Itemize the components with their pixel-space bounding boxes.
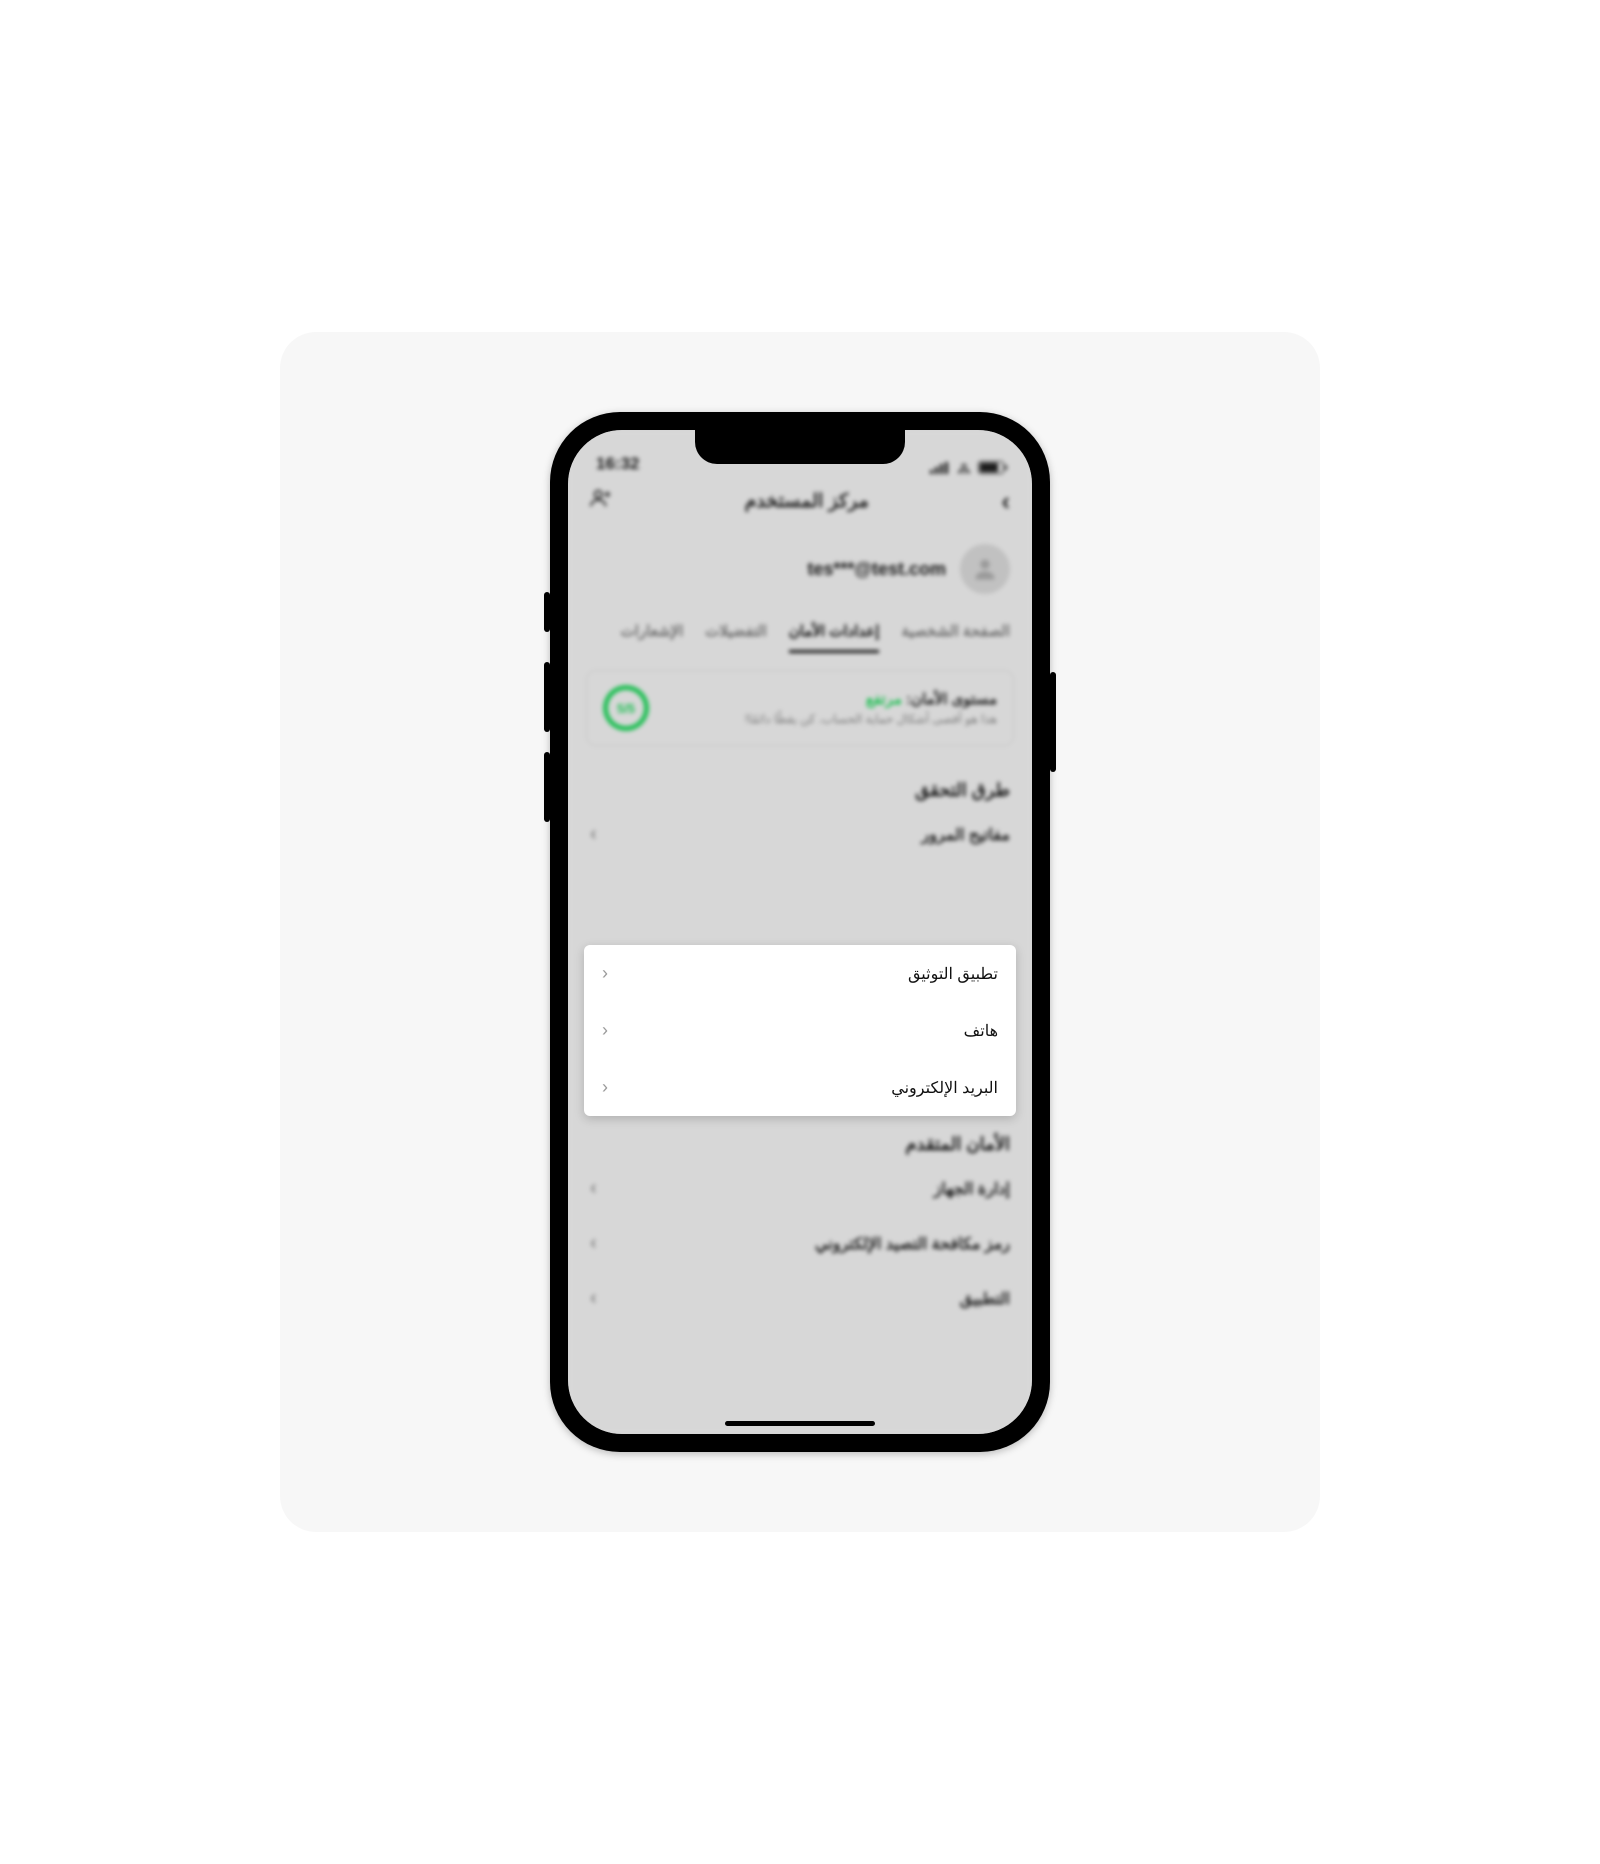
home-indicator[interactable] bbox=[725, 1421, 875, 1426]
user-email: tes***@test.com bbox=[807, 559, 946, 580]
row-email[interactable]: البريد الإلكتروني ‹ bbox=[584, 1059, 1016, 1116]
section-verification-methods: طرق التحقق bbox=[568, 762, 1032, 807]
row-label: البريد الإلكتروني bbox=[891, 1078, 998, 1098]
security-level-subtitle: هذا هو أقصى أشكال حماية الحساب. كن يقظًا… bbox=[745, 712, 997, 726]
status-icons bbox=[930, 461, 1004, 474]
chevron-left-icon: ‹ bbox=[602, 963, 608, 984]
row-phone[interactable]: هاتف ‹ bbox=[584, 1002, 1016, 1059]
security-score-text: 5/5 bbox=[617, 701, 635, 716]
row-device-management[interactable]: إدارة الجهاز ‹ bbox=[568, 1161, 1032, 1216]
nav-bar: › مركز المستخدم bbox=[568, 476, 1032, 526]
row-label: التطبيق bbox=[960, 1289, 1010, 1309]
row-label: هاتف bbox=[964, 1021, 998, 1041]
row-antiphishing-code[interactable]: رمز مكافحة التصيد الإلكتروني ‹ bbox=[568, 1216, 1032, 1271]
security-level-title: مستوى الأمان: مرتفع bbox=[745, 690, 997, 708]
row-label: مفاتيح المرور bbox=[922, 825, 1010, 845]
section-advanced-security: الأمان المتقدم bbox=[568, 1116, 1032, 1161]
row-label: تطبيق التوثيق bbox=[908, 964, 998, 984]
row-authenticator-app[interactable]: تطبيق التوثيق ‹ bbox=[584, 945, 1016, 1002]
cellular-icon bbox=[930, 462, 950, 474]
chevron-left-icon: ‹ bbox=[590, 1177, 597, 1200]
tab-preferences[interactable]: التفضيلات bbox=[705, 622, 766, 653]
row-passkeys[interactable]: مفاتيح المرور ‹ bbox=[568, 807, 1032, 862]
tab-security[interactable]: إعدادات الأمان bbox=[789, 622, 880, 653]
security-level-value: مرتفع bbox=[866, 691, 902, 708]
screen-content-blurred: 16:32 › مركز المستخدم bbox=[568, 430, 1032, 1434]
row-label: إدارة الجهاز bbox=[934, 1179, 1010, 1199]
add-user-icon[interactable] bbox=[590, 488, 612, 514]
artboard: 16:32 › مركز المستخدم bbox=[280, 332, 1320, 1532]
notch bbox=[695, 430, 905, 464]
mute-switch bbox=[544, 592, 550, 632]
person-icon bbox=[971, 555, 999, 583]
power-button bbox=[1050, 672, 1056, 772]
security-score-ring: 5/5 bbox=[603, 685, 649, 731]
avatar[interactable] bbox=[960, 544, 1010, 594]
screen: 16:32 › مركز المستخدم bbox=[568, 430, 1032, 1434]
tabs: الصفحة الشخصية إعدادات الأمان التفضيلات … bbox=[568, 600, 1032, 654]
battery-icon bbox=[978, 461, 1004, 474]
tab-notifications[interactable]: الإشعارات bbox=[621, 622, 684, 653]
page-title: مركز المستخدم bbox=[745, 490, 869, 513]
security-level-card: مستوى الأمان: مرتفع هذا هو أقصى أشكال حم… bbox=[586, 670, 1014, 746]
row-app-partial[interactable]: التطبيق ‹ bbox=[568, 1271, 1032, 1310]
chevron-left-icon: ‹ bbox=[602, 1020, 608, 1041]
chevron-left-icon: ‹ bbox=[590, 823, 597, 846]
wifi-icon bbox=[956, 462, 972, 474]
phone-frame: 16:32 › مركز المستخدم bbox=[550, 412, 1050, 1452]
profile-header: tes***@test.com bbox=[568, 526, 1032, 600]
back-chevron-icon[interactable]: › bbox=[1001, 486, 1010, 517]
chevron-left-icon: ‹ bbox=[602, 1077, 608, 1098]
tab-personal[interactable]: الصفحة الشخصية bbox=[901, 622, 1010, 653]
row-label: رمز مكافحة التصيد الإلكتروني bbox=[815, 1234, 1010, 1254]
chevron-left-icon: ‹ bbox=[590, 1232, 597, 1255]
highlighted-options-card: تطبيق التوثيق ‹ هاتف ‹ البريد الإلكتروني… bbox=[584, 945, 1016, 1116]
volume-down bbox=[544, 752, 550, 822]
chevron-left-icon: ‹ bbox=[590, 1287, 597, 1310]
status-time: 16:32 bbox=[596, 454, 639, 474]
volume-up bbox=[544, 662, 550, 732]
